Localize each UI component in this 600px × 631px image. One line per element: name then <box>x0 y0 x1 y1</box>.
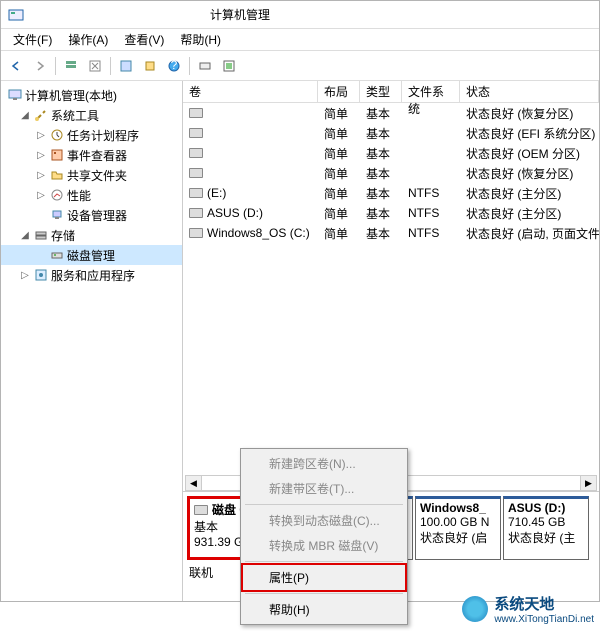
watermark-url: www.XiTongTianDi.net <box>494 614 594 625</box>
tree-system-tools[interactable]: ◢ 系统工具 <box>1 105 182 125</box>
volume-list-header: 卷 布局 类型 文件系统 状态 <box>183 81 599 103</box>
volume-row[interactable]: 简单 基本 状态良好 (恢复分区) <box>183 103 599 123</box>
collapse-icon[interactable]: ◢ <box>19 230 31 241</box>
partition-asus[interactable]: ASUS (D:) 710.45 GB 状态良好 (主 <box>503 496 589 560</box>
tree-root[interactable]: 计算机管理(本地) <box>1 85 182 105</box>
volume-row[interactable]: 简单 基本 状态良好 (EFI 系统分区) <box>183 123 599 143</box>
back-button[interactable] <box>5 55 27 77</box>
menu-file[interactable]: 文件(F) <box>5 29 60 50</box>
computer-icon <box>7 87 23 103</box>
drive-icon <box>189 228 203 238</box>
menu-separator <box>245 561 403 562</box>
volume-row[interactable]: 简单 基本 状态良好 (OEM 分区) <box>183 143 599 163</box>
scroll-left-button[interactable]: ◀ <box>186 476 202 490</box>
partition-windows[interactable]: Windows8_ 100.00 GB N 状态良好 (启 <box>415 496 501 560</box>
window-title: 计算机管理 <box>31 6 599 23</box>
svg-text:?: ? <box>171 59 178 72</box>
ctx-properties[interactable]: 属性(P) <box>241 563 407 592</box>
tree-device-manager[interactable]: 设备管理器 <box>1 205 182 225</box>
tree-shared-folders[interactable]: ▷ 共享文件夹 <box>1 165 182 185</box>
menu-action[interactable]: 操作(A) <box>60 29 116 50</box>
titlebar: 计算机管理 <box>1 1 599 29</box>
col-status[interactable]: 状态 <box>460 81 599 102</box>
disk-online-label: 联机 <box>189 564 213 581</box>
performance-icon <box>49 187 65 203</box>
ctx-convert-mbr[interactable]: 转换成 MBR 磁盘(V) <box>243 533 405 558</box>
tree-performance[interactable]: ▷ 性能 <box>1 185 182 205</box>
storage-icon <box>33 227 49 243</box>
toolbar-btn-4[interactable] <box>218 55 240 77</box>
tree-storage[interactable]: ◢ 存储 <box>1 225 182 245</box>
collapse-icon[interactable]: ◢ <box>19 110 31 121</box>
volume-list: 卷 布局 类型 文件系统 状态 简单 基本 状态良好 (恢复分区) 简单 基本 <box>183 81 599 491</box>
drive-icon <box>189 168 203 178</box>
tree-disk-mgmt[interactable]: 磁盘管理 <box>1 245 182 265</box>
refresh-button[interactable] <box>84 55 106 77</box>
col-volume[interactable]: 卷 <box>183 81 318 102</box>
ctx-new-striped[interactable]: 新建带区卷(T)... <box>243 476 405 501</box>
col-type[interactable]: 类型 <box>360 81 402 102</box>
forward-button[interactable] <box>29 55 51 77</box>
watermark-title: 系统天地 <box>494 593 594 614</box>
ctx-new-spanned[interactable]: 新建跨区卷(N)... <box>243 451 405 476</box>
toolbar: ? <box>1 51 599 81</box>
toolbar-btn-1[interactable] <box>115 55 137 77</box>
app-icon <box>7 6 25 24</box>
watermark-logo-icon <box>462 596 488 622</box>
drive-icon <box>189 128 203 138</box>
toolbar-btn-3[interactable] <box>194 55 216 77</box>
services-icon <box>33 267 49 283</box>
tree-panel: 计算机管理(本地) ◢ 系统工具 ▷ 任务计划程序 ▷ 事件查看器 ▷ 共享文件… <box>1 81 183 601</box>
col-layout[interactable]: 布局 <box>318 81 360 102</box>
context-menu: 新建跨区卷(N)... 新建带区卷(T)... 转换到动态磁盘(C)... 转换… <box>240 448 408 625</box>
volume-row[interactable]: Windows8_OS (C:) 简单 基本 NTFS 状态良好 (启动, 页面… <box>183 223 599 243</box>
menu-view[interactable]: 查看(V) <box>116 29 172 50</box>
disk-icon <box>49 247 65 263</box>
ctx-convert-dynamic[interactable]: 转换到动态磁盘(C)... <box>243 508 405 533</box>
folder-icon <box>49 167 65 183</box>
help-button[interactable]: ? <box>163 55 185 77</box>
expand-icon[interactable]: ▷ <box>19 270 31 281</box>
volume-row[interactable]: ASUS (D:) 简单 基本 NTFS 状态良好 (主分区) <box>183 203 599 223</box>
drive-icon <box>189 108 203 118</box>
volume-row[interactable]: 简单 基本 状态良好 (恢复分区) <box>183 163 599 183</box>
drive-icon <box>189 188 203 198</box>
toolbar-separator <box>189 57 190 75</box>
menu-separator <box>245 504 403 505</box>
expand-icon[interactable]: ▷ <box>35 170 47 181</box>
clock-icon <box>49 127 65 143</box>
toolbar-separator <box>110 57 111 75</box>
tools-icon <box>33 107 49 123</box>
disk-icon <box>194 505 208 515</box>
ctx-help[interactable]: 帮助(H) <box>243 597 405 622</box>
device-icon <box>49 207 65 223</box>
drive-icon <box>189 148 203 158</box>
volume-row[interactable]: (E:) 简单 基本 NTFS 状态良好 (主分区) <box>183 183 599 203</box>
watermark: 系统天地 www.XiTongTianDi.net <box>462 593 594 625</box>
expand-icon[interactable]: ▷ <box>35 130 47 141</box>
expand-icon[interactable]: ▷ <box>35 150 47 161</box>
toolbar-separator <box>55 57 56 75</box>
col-fs[interactable]: 文件系统 <box>402 81 460 102</box>
menubar: 文件(F) 操作(A) 查看(V) 帮助(H) <box>1 29 599 51</box>
tree-services-apps[interactable]: ▷ 服务和应用程序 <box>1 265 182 285</box>
tree-event-viewer[interactable]: ▷ 事件查看器 <box>1 145 182 165</box>
view-button[interactable] <box>60 55 82 77</box>
menu-help[interactable]: 帮助(H) <box>172 29 229 50</box>
expand-icon[interactable]: ▷ <box>35 190 47 201</box>
tree-task-scheduler[interactable]: ▷ 任务计划程序 <box>1 125 182 145</box>
event-icon <box>49 147 65 163</box>
toolbar-btn-2[interactable] <box>139 55 161 77</box>
drive-icon <box>189 208 203 218</box>
scroll-right-button[interactable]: ▶ <box>580 476 596 490</box>
menu-separator <box>245 593 403 594</box>
